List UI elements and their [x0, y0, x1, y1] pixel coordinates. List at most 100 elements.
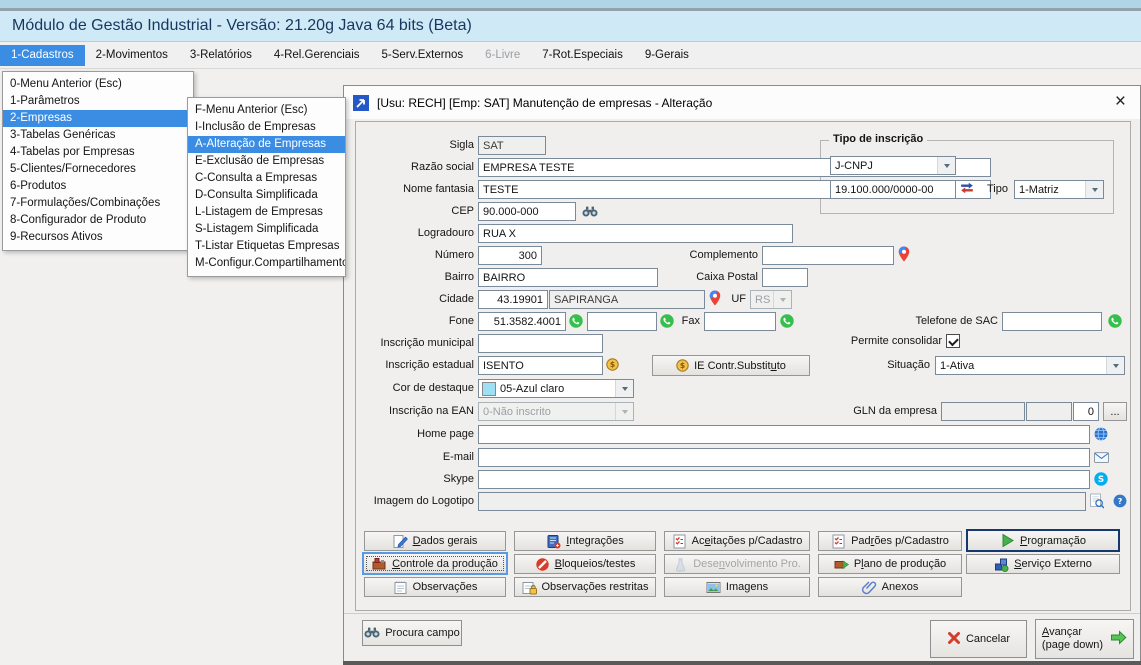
home-page-field[interactable]: [478, 425, 1090, 444]
uf-combo[interactable]: RS: [750, 290, 792, 309]
menubar-item-cadastros[interactable]: 1-Cadastros: [0, 45, 85, 66]
gln-field-1[interactable]: [941, 402, 1025, 421]
fone-whatsapp-icon[interactable]: [569, 314, 583, 328]
cor-destaque-label: Cor de destaque: [356, 379, 474, 398]
menu-item[interactable]: 3-Tabelas Genéricas: [3, 127, 193, 144]
dados-gerais-button[interactable]: Dados gerais: [364, 531, 506, 551]
menubar-item-gerais[interactable]: 9-Gerais: [634, 45, 700, 66]
fone2-field[interactable]: [587, 312, 657, 331]
menubar-item-rot-especiais[interactable]: 7-Rot.Especiais: [531, 45, 634, 66]
fax-whatsapp-icon[interactable]: [780, 314, 794, 328]
menu-item[interactable]: 4-Tabelas por Empresas: [3, 144, 193, 161]
menu-item-selected[interactable]: A-Alteração de Empresas: [188, 136, 345, 153]
menubar-item-relatorios[interactable]: 3-Relatórios: [179, 45, 263, 66]
cidade-codigo-field[interactable]: 43.19901: [478, 290, 548, 309]
menu-item[interactable]: 7-Formulações/Combinações: [3, 195, 193, 212]
inscricao-ean-combo[interactable]: 0-Não inscrito: [478, 402, 634, 421]
caixa-postal-field[interactable]: [762, 268, 808, 287]
cidade-map-pin-icon[interactable]: [709, 290, 721, 306]
observacoes-button[interactable]: Observações: [364, 577, 506, 597]
permite-consolidar-checkbox[interactable]: [946, 334, 960, 348]
menu-item[interactable]: 8-Configurador de Produto: [3, 212, 193, 229]
bloqueios-testes-button[interactable]: Bloqueios/testes: [514, 554, 656, 574]
cep-field[interactable]: 90.000-000: [478, 202, 576, 221]
dialog-bottom-edge: [343, 661, 1141, 665]
menubar-item-serv-externos[interactable]: 5-Serv.Externos: [371, 45, 475, 66]
numero-field[interactable]: 300: [478, 246, 542, 265]
cor-destaque-combo[interactable]: 05-Azul claro: [478, 379, 634, 398]
menu-item-selected[interactable]: 2-Empresas: [3, 110, 193, 127]
cor-destaque-value: 05-Azul claro: [496, 383, 615, 395]
help-icon[interactable]: ?: [1113, 494, 1127, 508]
telefone-sac-field[interactable]: [1002, 312, 1102, 331]
sigla-field[interactable]: SAT: [478, 136, 546, 155]
email-field[interactable]: [478, 448, 1090, 467]
menu-item[interactable]: D-Consulta Simplificada: [188, 187, 345, 204]
menubar-item-rel-gerenciais[interactable]: 4-Rel.Gerenciais: [263, 45, 371, 66]
sac-whatsapp-icon[interactable]: [1108, 314, 1122, 328]
tipo-label: Tipo: [976, 180, 1008, 199]
inscricao-estadual-coin-icon[interactable]: $: [606, 358, 619, 371]
cep-search-binoculars-icon[interactable]: [582, 205, 598, 217]
image-search-icon[interactable]: [1090, 493, 1104, 509]
menu-item[interactable]: 9-Recursos Ativos: [3, 229, 193, 246]
transfer-arrows-icon[interactable]: [960, 182, 974, 194]
anexos-button[interactable]: Anexos: [818, 577, 962, 597]
inscricao-estadual-field[interactable]: ISENTO: [478, 356, 603, 375]
cidade-nome-field[interactable]: SAPIRANGA: [549, 290, 705, 309]
gln-more-button[interactable]: ...: [1103, 402, 1127, 421]
bairro-field[interactable]: BAIRRO: [478, 268, 658, 287]
menu-item[interactable]: 0-Menu Anterior (Esc): [3, 76, 193, 93]
observacoes-restritas-button[interactable]: Observações restritas: [514, 577, 656, 597]
servico-externo-button[interactable]: Serviço Externo: [966, 554, 1120, 574]
fone2-whatsapp-icon[interactable]: [660, 314, 674, 328]
menu-item[interactable]: F-Menu Anterior (Esc): [188, 102, 345, 119]
globe-icon[interactable]: [1094, 427, 1108, 441]
menu-item[interactable]: L-Listagem de Empresas: [188, 204, 345, 221]
menu-item[interactable]: C-Consulta a Empresas: [188, 170, 345, 187]
logotipo-field[interactable]: [478, 492, 1086, 511]
fone-field[interactable]: 51.3582.4001: [478, 312, 566, 331]
complemento-map-pin-icon[interactable]: [898, 246, 910, 262]
paperclip-icon: [862, 580, 877, 595]
menu-item[interactable]: S-Listagem Simplificada: [188, 221, 345, 238]
close-icon[interactable]: ×: [1115, 90, 1126, 114]
skype-icon[interactable]: S: [1094, 472, 1108, 486]
controle-producao-button[interactable]: Controle da produção: [362, 552, 508, 575]
mail-icon[interactable]: [1094, 452, 1109, 463]
app-titlebar[interactable]: Módulo de Gestão Industrial - Versão: 21…: [0, 11, 1141, 42]
situacao-combo[interactable]: 1-Ativa: [935, 356, 1125, 375]
inscricao-municipal-field[interactable]: [478, 334, 603, 353]
skype-field[interactable]: [478, 470, 1090, 489]
nome-fantasia-label: Nome fantasia: [356, 180, 474, 199]
programacao-button[interactable]: Programação: [966, 529, 1120, 552]
logradouro-field[interactable]: RUA X: [478, 224, 793, 243]
procura-campo-button[interactable]: Procura campo: [362, 620, 462, 646]
svg-text:$: $: [610, 360, 615, 369]
cnpj-field[interactable]: 19.100.000/0000-00: [830, 180, 956, 199]
aceitacoes-cadastro-button[interactable]: Aceitações p/Cadastro: [664, 531, 810, 551]
menu-item[interactable]: M-Configur.Compartilhamento: [188, 255, 345, 272]
menu-item[interactable]: I-Inclusão de Empresas: [188, 119, 345, 136]
integracoes-button[interactable]: Integrações: [514, 531, 656, 551]
menubar-item-movimentos[interactable]: 2-Movimentos: [85, 45, 179, 66]
menu-item[interactable]: 6-Produtos: [3, 178, 193, 195]
menu-item[interactable]: T-Listar Etiquetas Empresas: [188, 238, 345, 255]
plano-producao-button[interactable]: Plano de produção: [818, 554, 962, 574]
complemento-field[interactable]: [762, 246, 894, 265]
menu-item[interactable]: 5-Clientes/Fornecedores: [3, 161, 193, 178]
ie-contr-substituto-button[interactable]: $ IE Contr.Substituto: [652, 355, 810, 376]
gln-field-3[interactable]: 0: [1073, 402, 1099, 421]
svg-text:?: ?: [1118, 496, 1123, 506]
gln-field-2[interactable]: [1026, 402, 1072, 421]
cancelar-button[interactable]: Cancelar: [930, 620, 1027, 658]
tipo-combo[interactable]: 1-Matriz: [1014, 180, 1104, 199]
fax-field[interactable]: [704, 312, 776, 331]
tipo-inscricao-combo[interactable]: J-CNPJ: [830, 156, 956, 175]
menu-item[interactable]: 1-Parâmetros: [3, 93, 193, 110]
imagens-button[interactable]: Imagens: [664, 577, 810, 597]
dialog-titlebar[interactable]: [Usu: RECH] [Emp: SAT] Manutenção de emp…: [344, 86, 1140, 119]
menu-item[interactable]: E-Exclusão de Empresas: [188, 153, 345, 170]
avancar-button[interactable]: Avançar (page down): [1035, 619, 1134, 659]
padroes-cadastro-button[interactable]: Padrões p/Cadastro: [818, 531, 962, 551]
